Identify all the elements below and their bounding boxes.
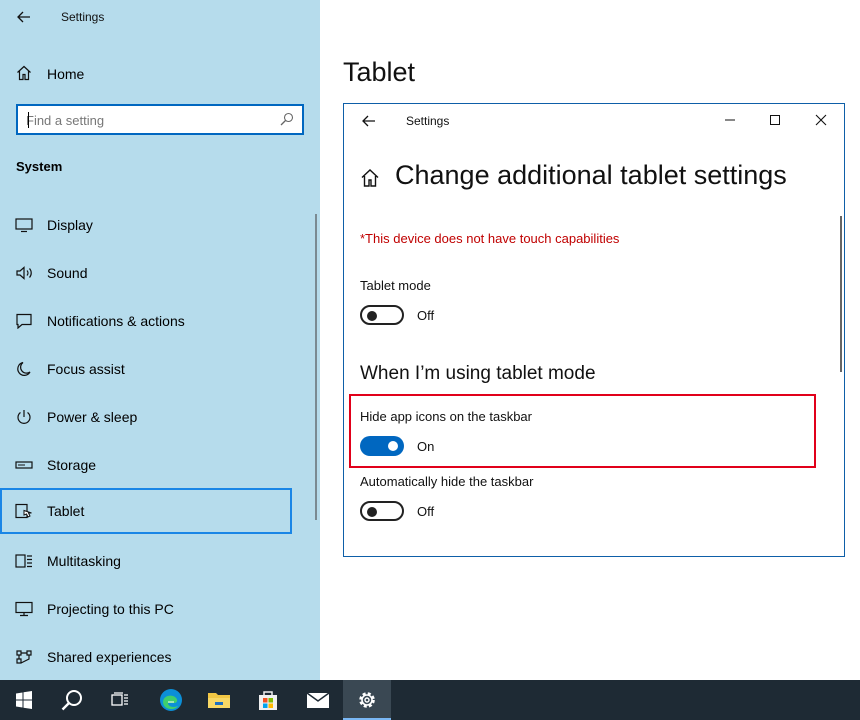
sidebar-item-label: Sound	[47, 265, 88, 281]
sidebar-item-focus-assist[interactable]: Focus assist	[0, 346, 292, 392]
search-icon	[280, 112, 294, 126]
sidebar-item-notifications[interactable]: Notifications & actions	[0, 298, 292, 344]
sidebar-item-sound[interactable]: Sound	[0, 250, 292, 296]
sidebar-item-label: Tablet	[47, 503, 85, 519]
additional-tablet-settings-window: Settings Change additional tablet settin…	[343, 103, 845, 557]
sidebar-item-projecting[interactable]: Projecting to this PC	[0, 586, 292, 632]
auto-hide-taskbar-state: Off	[417, 504, 435, 519]
edge-taskbar-button[interactable]	[147, 680, 195, 720]
tablet-icon	[15, 503, 32, 519]
auto-hide-taskbar-label: Automatically hide the taskbar	[360, 474, 534, 489]
hide-app-icons-toggle[interactable]	[360, 436, 404, 456]
sidebar-item-label: Storage	[47, 457, 97, 473]
power-icon	[17, 410, 31, 424]
windows-start-icon	[16, 691, 32, 709]
highlight-box	[349, 394, 816, 468]
home-label: Home	[47, 66, 85, 82]
touch-warning-text: *This device does not have touch capabil…	[360, 231, 620, 246]
toggle-knob	[367, 507, 377, 517]
toggle-knob	[367, 311, 377, 321]
mail-taskbar-button[interactable]	[294, 680, 342, 720]
settings-gear-icon	[359, 692, 375, 708]
projecting-icon	[15, 601, 33, 617]
search-input[interactable]	[26, 111, 266, 129]
sidebar-item-tablet[interactable]: Tablet	[0, 488, 292, 534]
file-explorer-taskbar-button[interactable]	[195, 680, 243, 720]
sidebar-item-shared-experiences[interactable]: Shared experiences	[0, 634, 292, 680]
home-icon	[17, 65, 31, 81]
tablet-mode-label: Tablet mode	[360, 278, 431, 293]
display-icon	[15, 218, 33, 233]
sidebar-titlebar: Settings	[0, 0, 320, 34]
sidebar-item-multitasking[interactable]: Multitasking	[0, 538, 292, 584]
dialog-back-button[interactable]	[358, 112, 380, 130]
mail-icon	[306, 692, 330, 708]
auto-hide-taskbar-toggle[interactable]	[360, 501, 404, 521]
dialog-scrollbar[interactable]	[840, 216, 842, 372]
sound-icon	[16, 266, 32, 280]
sidebar-scrollbar[interactable]	[315, 214, 317, 520]
notifications-icon	[16, 313, 32, 329]
text-caret	[28, 112, 29, 128]
taskbar-search-button[interactable]	[48, 680, 96, 720]
moon-icon	[17, 361, 31, 376]
sidebar-item-power-sleep[interactable]: Power & sleep	[0, 394, 292, 440]
home-icon	[361, 169, 379, 187]
sidebar-item-label: Notifications & actions	[47, 313, 185, 329]
toggle-knob	[388, 441, 398, 451]
sidebar-item-display[interactable]: Display	[0, 202, 292, 248]
settings-taskbar-button[interactable]	[343, 680, 391, 720]
storage-icon	[15, 461, 33, 469]
sidebar-item-label: Shared experiences	[47, 649, 172, 665]
close-button[interactable]	[809, 110, 833, 130]
taskbar	[0, 680, 860, 720]
task-view-button[interactable]	[96, 680, 144, 720]
back-arrow-icon	[362, 115, 375, 127]
minimize-button[interactable]	[718, 110, 742, 130]
file-explorer-icon	[208, 693, 230, 708]
hide-app-icons-state: On	[417, 439, 435, 454]
close-icon	[815, 114, 827, 126]
search-box[interactable]	[16, 104, 304, 135]
section-header-system: System	[16, 159, 63, 174]
edge-icon	[160, 689, 182, 711]
task-view-icon	[111, 692, 128, 706]
back-arrow-icon	[17, 11, 30, 23]
minimize-icon	[725, 119, 735, 121]
sidebar-item-label: Multitasking	[47, 553, 121, 569]
sidebar-item-label: Focus assist	[47, 361, 125, 377]
hide-app-icons-label: Hide app icons on the taskbar	[360, 409, 532, 424]
search-icon	[61, 690, 82, 711]
maximize-icon	[770, 115, 780, 125]
sidebar-item-label: Display	[47, 217, 93, 233]
store-icon	[259, 691, 277, 710]
multitasking-icon	[15, 554, 32, 568]
tablet-mode-state: Off	[417, 308, 435, 323]
home-nav-item[interactable]: Home	[0, 56, 320, 90]
tablet-mode-toggle[interactable]	[360, 305, 404, 325]
shared-experiences-icon	[16, 650, 32, 664]
dialog-title: Settings	[406, 114, 450, 128]
start-button[interactable]	[0, 680, 48, 720]
maximize-button[interactable]	[763, 110, 787, 130]
back-button[interactable]	[12, 6, 36, 28]
settings-sidebar: Settings Home System Display Sound Notif…	[0, 0, 320, 680]
sidebar-item-label: Projecting to this PC	[47, 601, 174, 617]
sidebar-item-label: Power & sleep	[47, 409, 138, 425]
page-title: Tablet	[343, 57, 416, 87]
app-title: Settings	[61, 10, 105, 24]
dialog-heading: Change additional tablet settings	[395, 160, 787, 190]
sidebar-item-storage[interactable]: Storage	[0, 442, 292, 488]
tablet-mode-section-heading: When I’m using tablet mode	[360, 363, 596, 384]
store-taskbar-button[interactable]	[244, 680, 292, 720]
